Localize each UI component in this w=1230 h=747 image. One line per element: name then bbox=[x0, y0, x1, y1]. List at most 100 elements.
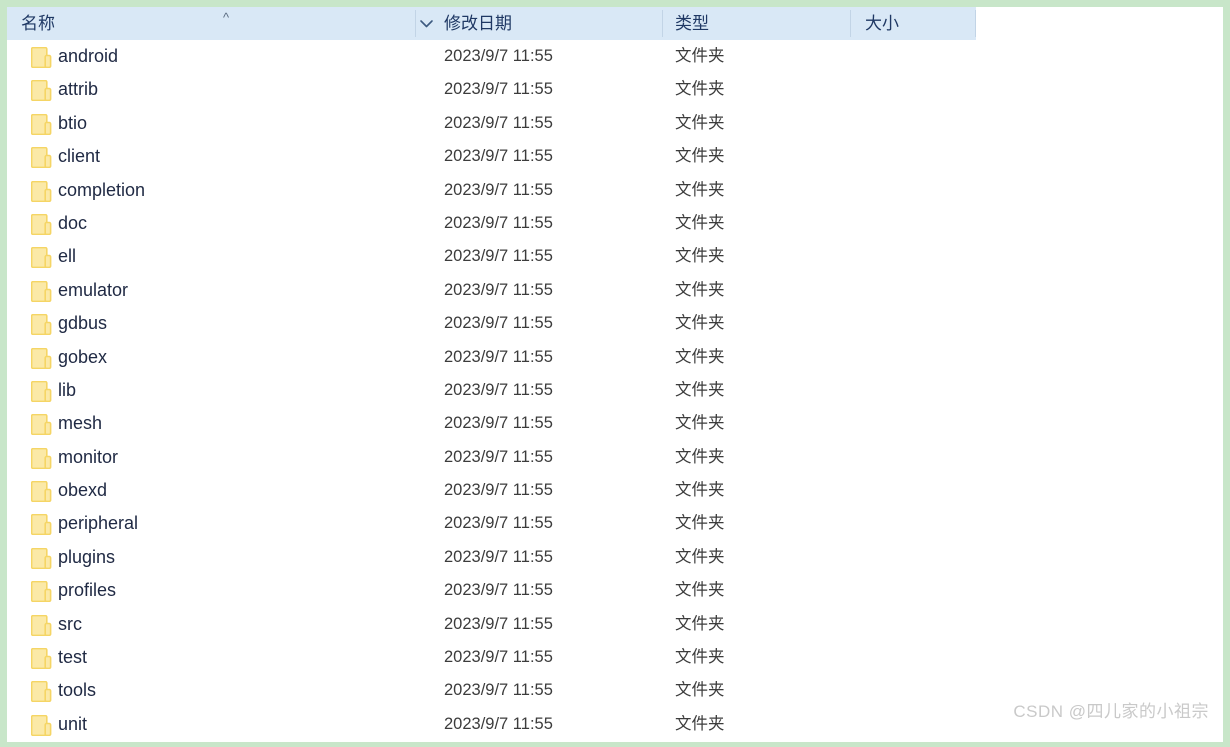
folder-icon bbox=[30, 113, 53, 135]
table-row[interactable]: mesh 2023/9/7 11:55 文件夹 bbox=[7, 407, 1223, 440]
table-row[interactable]: emulator 2023/9/7 11:55 文件夹 bbox=[7, 274, 1223, 307]
file-type-cell: 文件夹 bbox=[675, 714, 725, 733]
file-name-cell: plugins bbox=[58, 546, 116, 567]
column-resize-handle-date[interactable] bbox=[662, 10, 663, 37]
file-date-cell: 2023/9/7 11:55 bbox=[444, 514, 553, 533]
file-type-cell: 文件夹 bbox=[675, 648, 725, 667]
table-row[interactable]: gobex 2023/9/7 11:55 文件夹 bbox=[7, 341, 1223, 374]
file-date-cell: 2023/9/7 11:55 bbox=[444, 247, 553, 266]
column-header-type-label: 类型 bbox=[675, 14, 709, 33]
file-type-cell: 文件夹 bbox=[675, 213, 725, 232]
table-row[interactable]: peripheral 2023/9/7 11:55 文件夹 bbox=[7, 507, 1223, 540]
table-row[interactable]: doc 2023/9/7 11:55 文件夹 bbox=[7, 207, 1223, 240]
file-type-cell: 文件夹 bbox=[675, 614, 725, 633]
table-row[interactable]: ell 2023/9/7 11:55 文件夹 bbox=[7, 240, 1223, 273]
file-type-cell: 文件夹 bbox=[675, 113, 725, 132]
folder-icon bbox=[30, 146, 53, 169]
file-name-cell: monitor bbox=[58, 446, 119, 467]
column-resize-handle-name[interactable] bbox=[415, 10, 416, 37]
file-name-cell: attrib bbox=[58, 79, 99, 100]
file-type-cell: 文件夹 bbox=[675, 347, 725, 366]
table-row[interactable]: test 2023/9/7 11:55 文件夹 bbox=[7, 641, 1223, 674]
file-name-cell: emulator bbox=[58, 279, 129, 300]
table-row[interactable]: profiles 2023/9/7 11:55 文件夹 bbox=[7, 574, 1223, 607]
column-resize-handle-size[interactable] bbox=[975, 10, 976, 37]
table-row[interactable]: obexd 2023/9/7 11:55 文件夹 bbox=[7, 474, 1223, 507]
folder-icon bbox=[30, 313, 53, 336]
file-explorer-window: 名称 ^ 修改日期 类型 大小 android 2023/9/7 11:55 文件夹… bbox=[0, 0, 1230, 747]
folder-icon bbox=[30, 714, 53, 737]
file-date-cell: 2023/9/7 11:55 bbox=[444, 180, 553, 199]
file-date-cell: 2023/9/7 11:55 bbox=[444, 147, 553, 166]
file-date-cell: 2023/9/7 11:55 bbox=[444, 280, 553, 299]
file-type-cell: 文件夹 bbox=[675, 80, 725, 99]
file-type-cell: 文件夹 bbox=[675, 547, 725, 566]
file-date-cell: 2023/9/7 11:55 bbox=[444, 481, 553, 500]
file-date-cell: 2023/9/7 11:55 bbox=[444, 648, 553, 667]
table-row[interactable]: attrib 2023/9/7 11:55 文件夹 bbox=[7, 73, 1223, 106]
folder-icon bbox=[30, 480, 53, 503]
folder-icon bbox=[30, 547, 53, 570]
column-header-date[interactable]: 修改日期 bbox=[444, 7, 512, 40]
folder-icon bbox=[30, 46, 53, 69]
file-type-cell: 文件夹 bbox=[675, 514, 725, 533]
file-type-cell: 文件夹 bbox=[675, 380, 725, 399]
file-type-cell: 文件夹 bbox=[675, 414, 725, 433]
chevron-down-glyph bbox=[420, 20, 433, 28]
file-date-cell: 2023/9/7 11:55 bbox=[444, 681, 553, 700]
folder-icon bbox=[30, 247, 53, 269]
file-name-cell: ell bbox=[58, 246, 77, 267]
column-header-name-label: 名称 bbox=[21, 14, 55, 33]
folder-icon bbox=[30, 213, 53, 236]
folder-icon bbox=[30, 514, 53, 536]
file-name-cell: src bbox=[58, 613, 82, 634]
file-type-cell: 文件夹 bbox=[675, 180, 725, 199]
table-row[interactable]: plugins 2023/9/7 11:55 文件夹 bbox=[7, 541, 1223, 574]
table-row[interactable]: btio 2023/9/7 11:55 文件夹 bbox=[7, 107, 1223, 140]
file-name-cell: btio bbox=[58, 112, 88, 133]
table-row[interactable]: completion 2023/9/7 11:55 文件夹 bbox=[7, 174, 1223, 207]
folder-icon bbox=[30, 80, 53, 102]
file-name-cell: tools bbox=[58, 680, 97, 701]
table-row[interactable]: android 2023/9/7 11:55 文件夹 bbox=[7, 40, 1223, 73]
file-name-cell: mesh bbox=[58, 413, 103, 434]
column-resize-handle-type[interactable] bbox=[850, 10, 851, 37]
table-row[interactable]: client 2023/9/7 11:55 文件夹 bbox=[7, 140, 1223, 173]
file-name-cell: gobex bbox=[58, 346, 108, 367]
file-date-cell: 2023/9/7 11:55 bbox=[444, 581, 553, 600]
file-name-cell: obexd bbox=[58, 480, 108, 501]
file-name-cell: android bbox=[58, 46, 119, 66]
file-name-cell: peripheral bbox=[58, 513, 139, 534]
column-filter-chevron-down-icon[interactable] bbox=[419, 18, 434, 31]
file-type-cell: 文件夹 bbox=[675, 47, 725, 65]
file-type-cell: 文件夹 bbox=[675, 247, 725, 266]
file-date-cell: 2023/9/7 11:55 bbox=[444, 447, 553, 466]
file-name-cell: doc bbox=[58, 212, 88, 233]
table-row[interactable]: lib 2023/9/7 11:55 文件夹 bbox=[7, 374, 1223, 407]
file-type-cell: 文件夹 bbox=[675, 481, 725, 500]
file-date-cell: 2023/9/7 11:55 bbox=[444, 47, 553, 65]
file-type-cell: 文件夹 bbox=[675, 314, 725, 333]
file-date-cell: 2023/9/7 11:55 bbox=[444, 380, 553, 399]
file-date-cell: 2023/9/7 11:55 bbox=[444, 80, 553, 99]
folder-icon bbox=[30, 681, 53, 703]
file-type-cell: 文件夹 bbox=[675, 681, 725, 700]
file-name-cell: completion bbox=[58, 179, 146, 200]
column-header-date-label: 修改日期 bbox=[444, 14, 512, 33]
file-name-cell: lib bbox=[58, 379, 77, 400]
column-header-size[interactable]: 大小 bbox=[865, 7, 899, 40]
column-header-type[interactable]: 类型 bbox=[675, 7, 709, 40]
file-name-cell: unit bbox=[58, 713, 88, 734]
file-date-cell: 2023/9/7 11:55 bbox=[444, 314, 553, 333]
file-name-cell: test bbox=[58, 647, 88, 668]
table-row[interactable]: monitor 2023/9/7 11:55 文件夹 bbox=[7, 441, 1223, 474]
table-row[interactable]: src 2023/9/7 11:55 文件夹 bbox=[7, 608, 1223, 641]
file-name-cell: profiles bbox=[58, 580, 117, 601]
table-row[interactable]: gdbus 2023/9/7 11:55 文件夹 bbox=[7, 307, 1223, 340]
file-type-cell: 文件夹 bbox=[675, 280, 725, 299]
column-header-name[interactable]: 名称 bbox=[21, 7, 55, 40]
folder-icon bbox=[30, 614, 53, 636]
file-date-cell: 2023/9/7 11:55 bbox=[444, 414, 553, 433]
file-list[interactable]: android 2023/9/7 11:55 文件夹 attrib 2023/9/7 1… bbox=[7, 40, 1223, 741]
file-type-cell: 文件夹 bbox=[675, 581, 725, 600]
